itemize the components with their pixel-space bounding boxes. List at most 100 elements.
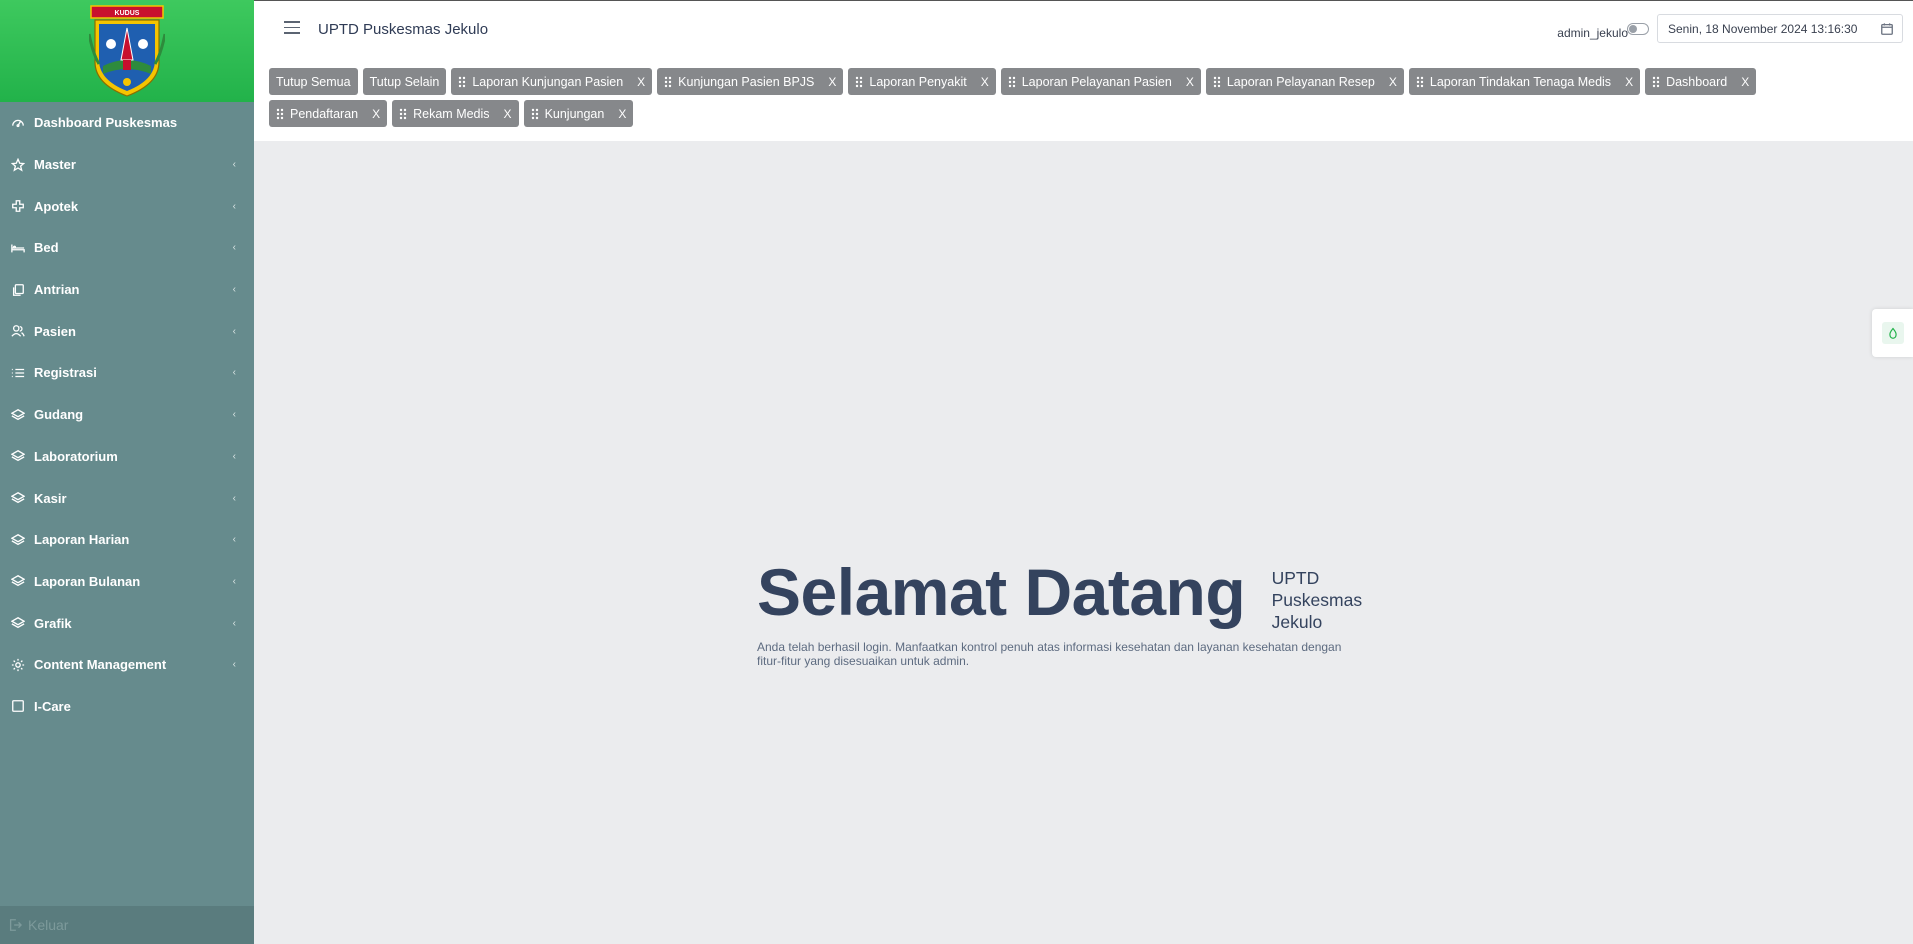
tab-laporan-kunjungan-pasien[interactable]: Laporan Kunjungan Pasien X	[451, 68, 653, 95]
sidebar-item-content-management[interactable]: Content Management ‹	[0, 644, 254, 686]
user-name[interactable]: admin_jekulo	[1557, 26, 1628, 40]
tab-label: Laporan Penyakit	[869, 74, 967, 89]
tab-label: Rekam Medis	[413, 106, 490, 121]
close-tab-icon[interactable]: X	[637, 75, 645, 89]
tab-laporan-pelayanan-resep[interactable]: Laporan Pelayanan Resep X	[1205, 68, 1404, 95]
drag-handle-icon[interactable]	[1008, 76, 1016, 88]
sidebar-item-master[interactable]: Master ‹	[0, 144, 254, 186]
layers-icon	[10, 490, 26, 506]
sidebar-item-label: Grafik	[34, 615, 72, 631]
sidebar-item-label: Master	[34, 157, 76, 173]
sidebar-item-label: Gudang	[34, 407, 84, 423]
tab-laporan-tindakan-tenaga-medis[interactable]: Laporan Tindakan Tenaga Medis X	[1408, 68, 1641, 95]
chevron-left-icon: ‹	[232, 450, 236, 462]
close-tab-icon[interactable]: X	[1625, 75, 1633, 89]
sidebar-item-bed[interactable]: Bed ‹	[0, 227, 254, 269]
tab-kunjungan[interactable]: Kunjungan X	[523, 100, 634, 127]
sidebar-item-grafik[interactable]: Grafik ‹	[0, 602, 254, 644]
tab-dashboard[interactable]: Dashboard X	[1645, 68, 1757, 95]
tab-label: Laporan Pelayanan Resep	[1226, 74, 1375, 89]
chevron-left-icon: ‹	[232, 367, 236, 379]
sidebar-item-gudang[interactable]: Gudang ‹	[0, 394, 254, 436]
drag-handle-icon[interactable]	[399, 108, 407, 120]
sidebar-item-laporan-bulanan[interactable]: Laporan Bulanan ‹	[0, 561, 254, 603]
tab-laporan-pelayanan-pasien[interactable]: Laporan Pelayanan Pasien X	[1000, 68, 1201, 95]
chevron-left-icon: ‹	[232, 159, 236, 171]
drag-handle-icon[interactable]	[664, 76, 672, 88]
chevron-left-icon: ‹	[232, 284, 236, 296]
chevron-left-icon: ‹	[232, 534, 236, 546]
kudus-crest-logo: KUDUS	[89, 5, 165, 97]
drag-handle-icon[interactable]	[1213, 76, 1221, 88]
theme-toggle[interactable]	[1627, 23, 1649, 35]
sidebar-item-label: Pasien	[34, 323, 76, 339]
sidebar-item-label: Apotek	[34, 198, 79, 214]
drag-handle-icon[interactable]	[1652, 76, 1660, 88]
close-tab-icon[interactable]: X	[504, 107, 512, 121]
sidebar-item-registrasi[interactable]: Registrasi ‹	[0, 352, 254, 394]
tab-label: Laporan Pelayanan Pasien	[1021, 74, 1172, 89]
close-tab-icon[interactable]: X	[1186, 75, 1194, 89]
sidebar-item-laboratorium[interactable]: Laboratorium ‹	[0, 436, 254, 478]
calendar-icon	[1881, 23, 1893, 35]
close-others-label: Tutup Selain	[369, 74, 440, 89]
gear-icon	[10, 657, 26, 673]
welcome-section: Selamat Datang UPTD Puskesmas Jekulo And…	[757, 555, 1382, 668]
sidebar-item-apotek[interactable]: Apotek ‹	[0, 185, 254, 227]
bed-icon	[10, 240, 26, 256]
layers-icon	[10, 615, 26, 631]
chevron-left-icon: ‹	[232, 200, 236, 212]
close-tab-icon[interactable]: X	[828, 75, 836, 89]
close-tab-icon[interactable]: X	[1389, 75, 1397, 89]
sidebar-item-i-care[interactable]: I-Care	[0, 686, 254, 728]
datetime-field[interactable]: Senin, 18 November 2024 13:16:30	[1657, 14, 1903, 43]
tab-label: Laporan Tindakan Tenaga Medis	[1429, 74, 1612, 89]
users-icon	[10, 323, 26, 339]
square-icon	[10, 698, 26, 714]
sidebar-item-antrian[interactable]: Antrian ‹	[0, 269, 254, 311]
close-tab-icon[interactable]: X	[618, 107, 626, 121]
sidebar-item-kasir[interactable]: Kasir ‹	[0, 477, 254, 519]
tab-laporan-penyakit[interactable]: Laporan Penyakit X	[848, 68, 996, 95]
list-icon	[10, 365, 26, 381]
sidebar-item-laporan-harian[interactable]: Laporan Harian ‹	[0, 519, 254, 561]
close-tab-icon[interactable]: X	[1741, 75, 1749, 89]
sidebar-item-pasien[interactable]: Pasien ‹	[0, 310, 254, 352]
logo-area: KUDUS	[0, 0, 254, 102]
top-header: UPTD Puskesmas Jekulo admin_jekulo Senin…	[254, 0, 1913, 57]
plus-cross-icon	[10, 198, 26, 214]
drag-handle-icon[interactable]	[1416, 76, 1424, 88]
tabs-row: Tutup Semua Tutup Selain Laporan Kunjung…	[269, 68, 1913, 95]
drag-handle-icon[interactable]	[276, 108, 284, 120]
datetime-value: Senin, 18 November 2024 13:16:30	[1668, 22, 1858, 36]
close-tab-icon[interactable]: X	[372, 107, 380, 121]
sidebar-item-label: Registrasi	[34, 365, 97, 381]
drag-handle-icon[interactable]	[531, 108, 539, 120]
hamburger-menu-icon[interactable]	[284, 21, 300, 35]
close-tab-icon[interactable]: X	[981, 75, 989, 89]
sidebar-item-dashboard-puskesmas[interactable]: Dashboard Puskesmas	[0, 102, 254, 144]
chevron-left-icon: ‹	[232, 659, 236, 671]
sidebar-item-label: Antrian	[34, 282, 80, 298]
floating-settings-button[interactable]	[1872, 309, 1913, 357]
chevron-left-icon: ‹	[232, 575, 236, 587]
sidebar-item-label: Dashboard Puskesmas	[34, 115, 178, 131]
drag-handle-icon[interactable]	[458, 76, 466, 88]
svg-text:KUDUS: KUDUS	[115, 10, 140, 17]
logout-button[interactable]: Keluar	[0, 906, 254, 944]
dashboard-icon	[10, 115, 26, 131]
chevron-left-icon: ‹	[232, 242, 236, 254]
logout-label: Keluar	[28, 917, 69, 933]
close-all-tabs-button[interactable]: Tutup Semua	[269, 68, 358, 95]
chevron-left-icon: ‹	[232, 492, 236, 504]
tab-kunjungan-pasien-bpjs[interactable]: Kunjungan Pasien BPJS X	[657, 68, 844, 95]
sidebar-item-label: I-Care	[34, 698, 71, 714]
drag-handle-icon[interactable]	[855, 76, 863, 88]
copy-icon	[10, 282, 26, 298]
close-other-tabs-button[interactable]: Tutup Selain	[362, 68, 447, 95]
tab-rekam-medis[interactable]: Rekam Medis X	[392, 100, 519, 127]
tab-pendaftaran[interactable]: Pendaftaran X	[269, 100, 388, 127]
layers-icon	[10, 532, 26, 548]
close-all-label: Tutup Semua	[276, 74, 351, 89]
tab-label: Pendaftaran	[290, 106, 359, 121]
